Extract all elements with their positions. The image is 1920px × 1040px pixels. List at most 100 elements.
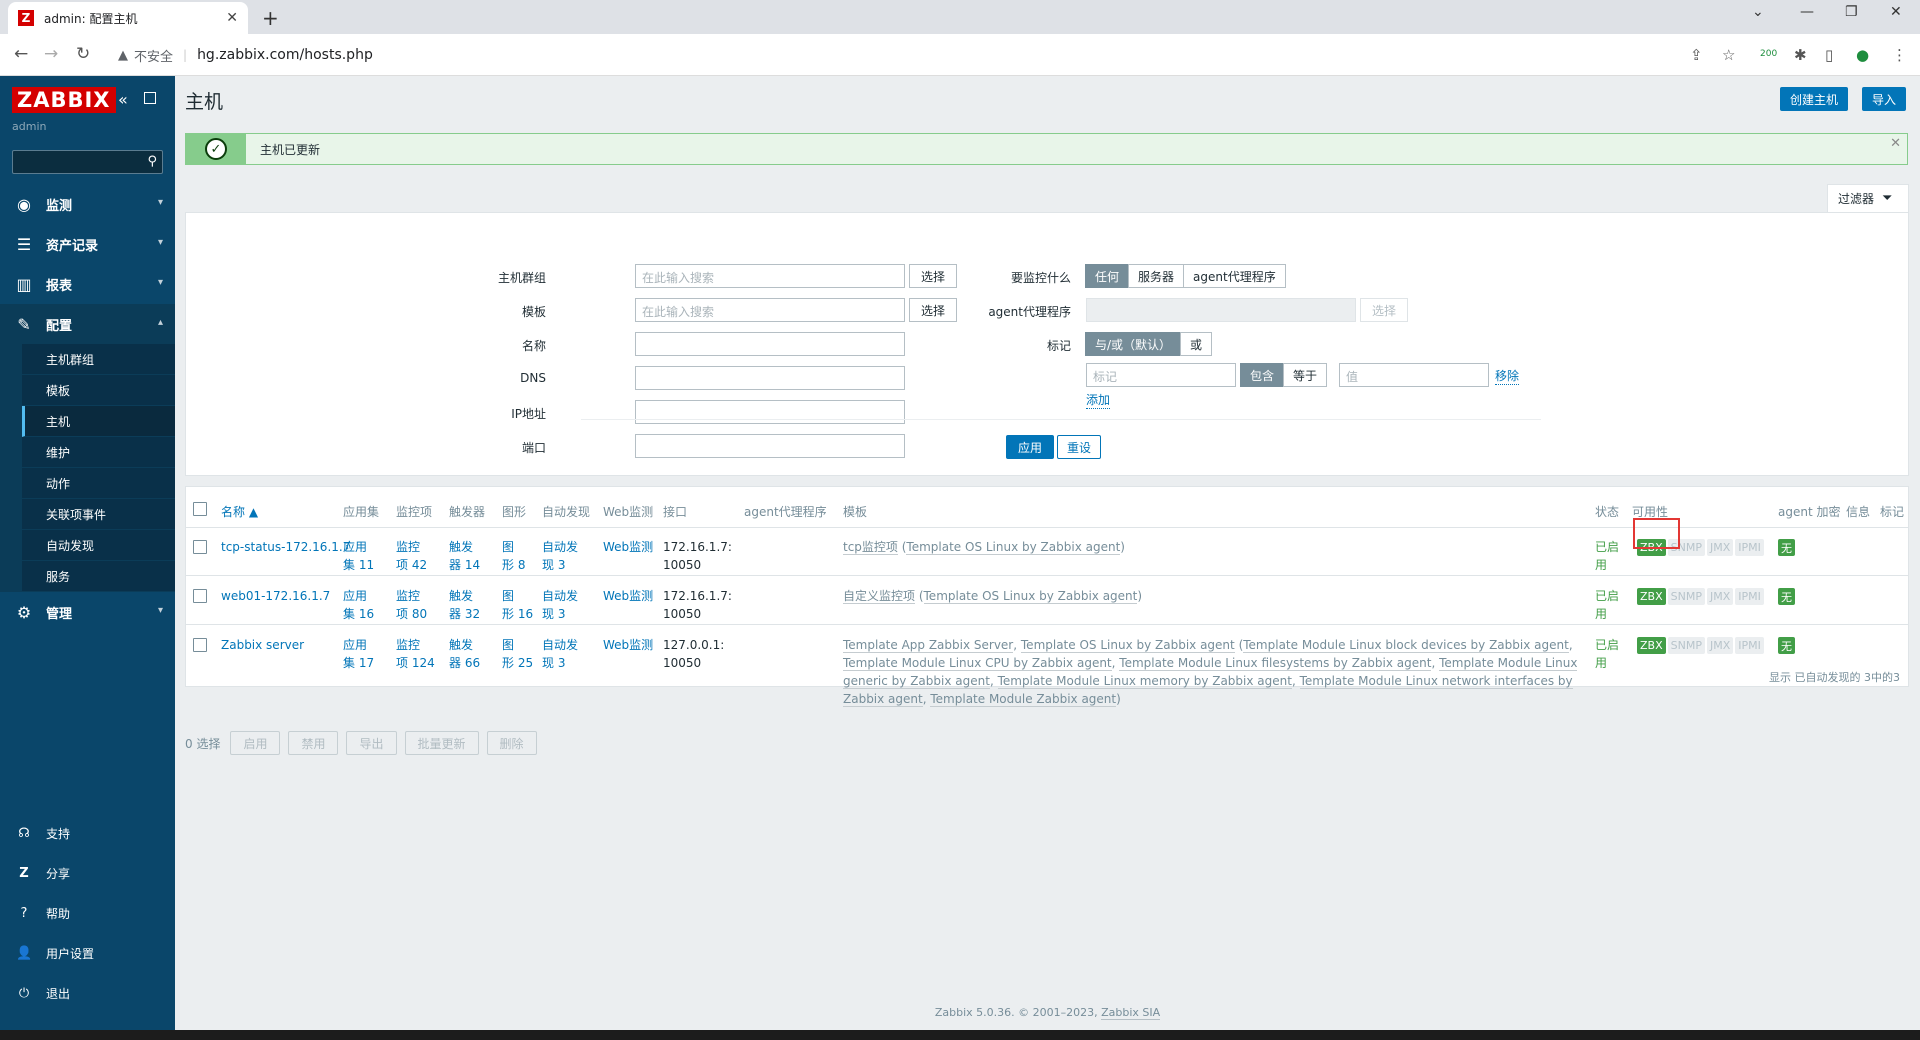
cell-line[interactable]: 触发: [449, 540, 473, 554]
cell-line[interactable]: 项 80: [396, 607, 427, 621]
web-link[interactable]: Web监测: [603, 538, 653, 556]
template-link[interactable]: Template App Zabbix Server: [843, 638, 1014, 653]
cell-line[interactable]: 监控: [396, 589, 420, 603]
cell-line[interactable]: 已启: [1595, 589, 1619, 603]
url-text[interactable]: hg.zabbix.com/hosts.php: [197, 47, 373, 63]
insecure-label[interactable]: 不安全: [134, 46, 173, 65]
templates-input[interactable]: 在此输入搜索: [635, 298, 905, 322]
menu-share[interactable]: Z 分享: [0, 853, 175, 893]
extensions-puzzle-icon[interactable]: ✱: [1794, 46, 1807, 64]
template-link[interactable]: Template OS Linux by Zabbix agent: [1020, 638, 1235, 653]
extension-badge[interactable]: 200: [1760, 49, 1777, 59]
cell-line[interactable]: 应用: [343, 540, 367, 554]
ip-input[interactable]: [635, 400, 905, 424]
cell-line[interactable]: 形 16: [502, 607, 533, 621]
tag-value-input[interactable]: 值: [1339, 363, 1489, 387]
items-link[interactable]: 监控项 80: [396, 587, 427, 623]
monitored-by-proxy[interactable]: agent代理程序: [1183, 264, 1286, 288]
menu-reports[interactable]: ▥ 报表 ▾: [0, 264, 175, 304]
cell-line[interactable]: 应用: [343, 589, 367, 603]
cell-line[interactable]: 现 3: [542, 656, 565, 670]
menu-inventory[interactable]: ☰ 资产记录 ▾: [0, 224, 175, 264]
menu-support[interactable]: ☊ 支持: [0, 813, 175, 853]
new-tab-icon[interactable]: +: [262, 6, 279, 30]
submenu-discovery[interactable]: 自动发现: [22, 530, 175, 561]
cell-line[interactable]: 形 8: [502, 558, 525, 572]
cell-line[interactable]: 用: [1595, 558, 1607, 572]
enable-button[interactable]: 启用: [230, 731, 281, 755]
row-checkbox[interactable]: [193, 638, 207, 652]
mass-update-button[interactable]: 批量更新: [404, 731, 479, 755]
status-enabled-link[interactable]: 已启用: [1595, 587, 1619, 623]
share-icon[interactable]: ⇪: [1690, 46, 1703, 64]
host-name-link[interactable]: tcp-status-172.16.1.7: [221, 538, 350, 556]
bookmark-star-icon[interactable]: ☆: [1722, 46, 1735, 64]
minimize-icon[interactable]: —: [1800, 4, 1814, 20]
submenu-hosts[interactable]: 主机: [22, 406, 175, 437]
cell-line[interactable]: 集 16: [343, 607, 374, 621]
cell-line[interactable]: 图: [502, 638, 514, 652]
menu-help[interactable]: ? 帮助: [0, 893, 175, 933]
cell-line[interactable]: 项 42: [396, 558, 427, 572]
tag-remove-link[interactable]: 移除: [1495, 367, 1520, 385]
cell-line[interactable]: 图: [502, 540, 514, 554]
zabbix-sia-link[interactable]: Zabbix SIA: [1101, 1006, 1161, 1020]
dns-input[interactable]: [635, 366, 905, 390]
discovery-link[interactable]: 自动发现 3: [542, 636, 578, 672]
tag-name-input[interactable]: 标记: [1086, 363, 1236, 387]
cell-line[interactable]: 用: [1595, 607, 1607, 621]
cell-line[interactable]: 用: [1595, 656, 1607, 670]
applications-link[interactable]: 应用集 11: [343, 538, 374, 574]
tab-search-icon[interactable]: ⌄: [1752, 4, 1764, 20]
graphs-link[interactable]: 图形 16: [502, 587, 533, 623]
triggers-link[interactable]: 触发器 32: [449, 587, 480, 623]
filter-tab[interactable]: 过滤器 ⏷: [1827, 184, 1909, 212]
menu-configuration[interactable]: ✎ 配置 ▴: [0, 304, 175, 344]
discovery-link[interactable]: 自动发现 3: [542, 538, 578, 574]
tags-mode-or[interactable]: 或: [1180, 332, 1213, 356]
triggers-link[interactable]: 触发器 14: [449, 538, 480, 574]
cell-line[interactable]: 自动发: [542, 589, 578, 603]
col-status[interactable]: 状态: [1595, 503, 1619, 520]
warning-icon[interactable]: ▲: [118, 48, 128, 63]
template-link[interactable]: tcp监控项: [843, 540, 898, 555]
omnibox[interactable]: ▲ 不安全 | hg.zabbix.com/hosts.php: [108, 41, 1668, 69]
graphs-link[interactable]: 图形 8: [502, 538, 525, 574]
cell-line[interactable]: 自动发: [542, 638, 578, 652]
browser-menu-icon[interactable]: ⋮: [1892, 46, 1907, 64]
cell-line[interactable]: 自动发: [542, 540, 578, 554]
close-tab-icon[interactable]: ✕: [226, 10, 238, 26]
profile-avatar-icon[interactable]: ●: [1856, 46, 1869, 64]
discovery-link[interactable]: 自动发现 3: [542, 587, 578, 623]
cell-line[interactable]: 形 25: [502, 656, 533, 670]
items-link[interactable]: 监控项 124: [396, 636, 435, 672]
web-link[interactable]: Web监测: [603, 636, 653, 654]
search-icon[interactable]: ⚲: [147, 154, 157, 169]
monitored-by-any[interactable]: 任何: [1085, 264, 1130, 288]
collapse-sidebar-icon[interactable]: «: [118, 90, 128, 109]
zabbix-logo[interactable]: ZABBIX: [12, 87, 116, 113]
menu-monitoring[interactable]: ◉ 监测 ▾: [0, 184, 175, 224]
template-link[interactable]: Template Module Zabbix agent: [930, 692, 1117, 707]
forward-icon[interactable]: →: [44, 44, 58, 64]
row-checkbox[interactable]: [193, 540, 207, 554]
cell-line[interactable]: 现 3: [542, 558, 565, 572]
host-groups-input[interactable]: 在此输入搜索: [635, 264, 905, 288]
template-link[interactable]: Template Module Linux filesystems by Zab…: [1119, 656, 1432, 671]
host-name-link[interactable]: Zabbix server: [221, 636, 304, 654]
col-name[interactable]: 名称 ▲: [221, 503, 258, 520]
row-checkbox[interactable]: [193, 589, 207, 603]
graphs-link[interactable]: 图形 25: [502, 636, 533, 672]
triggers-link[interactable]: 触发器 66: [449, 636, 480, 672]
tag-operator-contains[interactable]: 包含: [1240, 363, 1285, 387]
menu-user-settings[interactable]: 👤 用户设置: [0, 933, 175, 973]
templates-select-button[interactable]: 选择: [909, 298, 957, 322]
back-icon[interactable]: ←: [14, 44, 28, 64]
close-window-icon[interactable]: ✕: [1890, 4, 1902, 20]
apply-button[interactable]: 应用: [1006, 435, 1055, 459]
cell-line[interactable]: 触发: [449, 638, 473, 652]
export-button[interactable]: 导出: [346, 731, 397, 755]
template-link[interactable]: 自定义监控项: [843, 589, 916, 604]
template-link[interactable]: Template OS Linux by Zabbix agent: [906, 540, 1121, 555]
disable-button[interactable]: 禁用: [288, 731, 339, 755]
